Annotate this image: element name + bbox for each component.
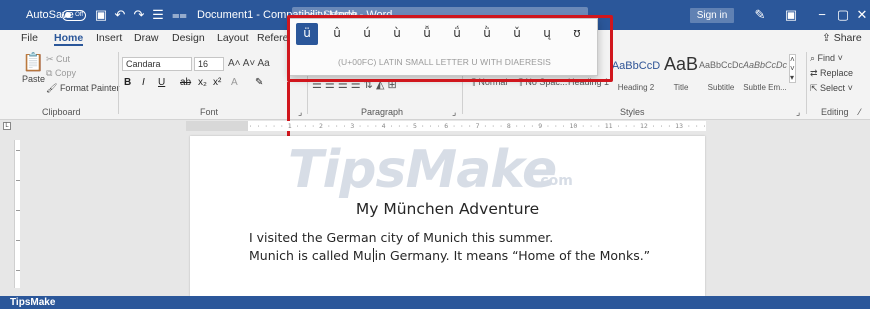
watermark-suffix: .com	[535, 173, 573, 189]
restore-icon[interactable]: ▢	[836, 8, 850, 22]
copy-button[interactable]: ⧉ Copy	[46, 68, 76, 79]
highlight-icon[interactable]: ✎	[255, 77, 263, 88]
select-label: Select	[820, 83, 846, 93]
format-painter-label: Format Painter	[59, 83, 120, 93]
styles-scroll-icon[interactable]: ˄ ˅ ▾	[789, 54, 796, 83]
document-paragraph: Munich is called Mu in Germany. It means …	[249, 248, 650, 263]
ruler-tick	[16, 210, 20, 211]
tab-design[interactable]: Design	[172, 32, 205, 46]
font-group-label: Font	[200, 107, 219, 117]
replace-button[interactable]: ⇄ Replace	[810, 68, 853, 79]
style-subtle-emphasis[interactable]: AaBbCcDc Subtle Em...	[742, 52, 788, 104]
superscript-button[interactable]: x²	[213, 77, 221, 88]
document-page[interactable]: TipsMake .com My München Adventure I vis…	[190, 136, 705, 296]
share-button[interactable]: ⇪ Share	[822, 32, 862, 46]
customize-toolbar-icon[interactable]: ☰	[151, 8, 165, 22]
text-effects-icon[interactable]: A	[231, 77, 238, 88]
ruler-tick	[16, 240, 20, 241]
pen-icon[interactable]: ✎	[753, 8, 767, 22]
more-commands-icon[interactable]: ⩵	[172, 8, 187, 22]
cut-label: Cut	[56, 54, 71, 64]
ribbon-display-icon[interactable]: ▣	[784, 8, 798, 22]
cut-button[interactable]: ✂ Cut	[46, 54, 70, 65]
vertical-ruler[interactable]	[14, 140, 20, 288]
ruler-tick	[16, 150, 20, 151]
font-size-select[interactable]: 16	[194, 57, 224, 71]
share-label: Share	[833, 32, 862, 44]
text-before-caret: Munich is called Mu	[249, 248, 372, 263]
footer-banner: TipsMake	[0, 296, 870, 309]
tab-layout[interactable]: Layout	[217, 32, 249, 46]
format-painter-button[interactable]: 🖌 Format Painter	[46, 83, 119, 94]
paste-icon[interactable]: 📋	[22, 52, 44, 73]
tab-insert[interactable]: Insert	[96, 32, 122, 46]
font-size-value: 16	[198, 59, 209, 69]
style-sample: AaBbCcDc	[742, 60, 787, 70]
find-label: Find	[817, 53, 836, 63]
horizontal-ruler[interactable]: · 2 · · · 1 · · · · · · · 1 · · · 2 · · …	[186, 121, 706, 131]
font-family-value: Candara	[126, 59, 161, 69]
find-button[interactable]: ⌕ Find ˅	[810, 53, 843, 64]
ruler-tick	[16, 180, 20, 181]
italic-button[interactable]: I	[142, 77, 145, 88]
tab-selector-icon[interactable]: L	[3, 122, 11, 130]
paragraph-group-label: Paragraph	[361, 107, 404, 117]
close-icon[interactable]: ✕	[855, 8, 869, 22]
save-icon[interactable]: ▣	[94, 8, 108, 22]
autosave-toggle[interactable]: Off	[62, 10, 86, 21]
grow-font-button[interactable]: A˄ A˅ Aa	[228, 58, 270, 69]
group-separator	[118, 52, 119, 114]
undo-icon[interactable]: ↶	[113, 8, 127, 22]
font-family-select[interactable]: Candara	[122, 57, 192, 71]
text-caret	[372, 248, 374, 262]
select-button[interactable]: ⇱ Select ˅	[810, 83, 853, 94]
strikethrough-button[interactable]: ab	[180, 77, 191, 88]
document-paragraph: I visited the German city of Munich this…	[249, 230, 554, 245]
ruler-tick	[16, 270, 20, 271]
tab-draw[interactable]: Draw	[134, 32, 159, 46]
subscript-button[interactable]: x₂	[198, 77, 207, 88]
clipboard-group-label: Clipboard	[42, 107, 81, 117]
group-separator	[806, 52, 807, 114]
font-dialog-launcher-icon[interactable]: ⌟	[298, 107, 302, 118]
underline-button[interactable]: U	[158, 77, 165, 88]
signin-button[interactable]: Sign in	[690, 8, 734, 23]
highlight-annotation-box	[287, 15, 613, 82]
text-after-caret: in Germany. It means “Home of the Monks.…	[374, 248, 651, 263]
document-title-text: My München Adventure	[355, 200, 540, 218]
style-name: Subtle Em...	[743, 83, 787, 92]
styles-dialog-launcher-icon[interactable]: ⌟	[796, 107, 800, 118]
ruler-margin	[186, 121, 248, 131]
collapse-ribbon-icon[interactable]: ⁄	[859, 107, 861, 117]
bold-button[interactable]: B	[124, 77, 131, 88]
styles-group-label: Styles	[620, 107, 645, 117]
paste-button[interactable]: Paste	[22, 74, 45, 84]
watermark: TipsMake	[288, 140, 557, 200]
tab-home[interactable]: Home	[54, 32, 84, 46]
copy-label: Copy	[54, 68, 76, 78]
editing-group-label: Editing	[821, 107, 849, 117]
replace-label: Replace	[820, 68, 854, 78]
redo-icon[interactable]: ↷	[132, 8, 146, 22]
horizontal-ruler-row: L · 2 · · · 1 · · · · · · · 1 · · · 2 · …	[0, 121, 870, 131]
minimize-icon[interactable]: −	[815, 8, 829, 22]
paragraph-dialog-launcher-icon[interactable]: ⌟	[452, 107, 456, 118]
tab-file[interactable]: File	[21, 32, 38, 46]
